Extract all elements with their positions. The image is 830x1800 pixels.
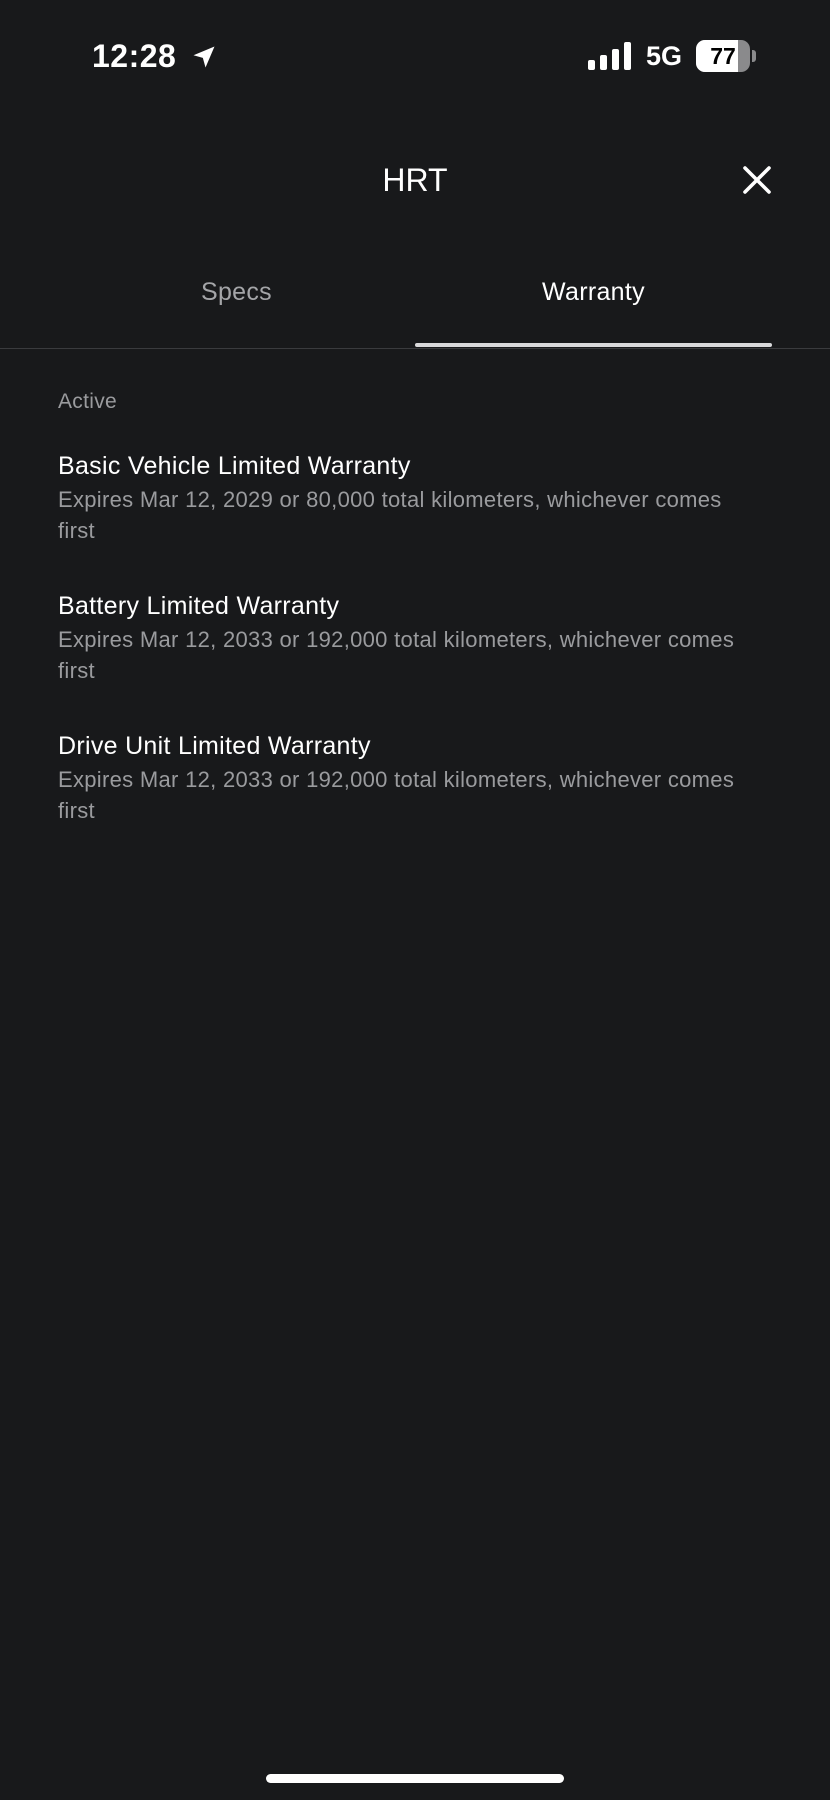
tab-specs[interactable]: Specs [58, 262, 415, 348]
warranty-title: Drive Unit Limited Warranty [58, 732, 371, 760]
tab-bar: Specs Warranty [0, 262, 830, 349]
tab-warranty[interactable]: Warranty [415, 262, 772, 348]
warranty-detail: Expires Mar 12, 2029 or 80,000 total kil… [58, 487, 722, 543]
warranty-item-drive-unit: Drive Unit Limited Warranty Expires Mar … [58, 730, 758, 826]
active-tab-indicator [415, 343, 772, 347]
status-time: 12:28 [92, 38, 177, 74]
section-label-active: Active [58, 390, 117, 413]
warranty-list: Active Basic Vehicle Limited Warranty Ex… [58, 388, 758, 870]
battery-level: 77 [710, 43, 736, 69]
page-title: HRT [382, 162, 448, 198]
battery-icon: 77 [696, 40, 758, 72]
close-button[interactable] [733, 156, 781, 204]
warranty-title: Basic Vehicle Limited Warranty [58, 452, 411, 480]
home-indicator[interactable] [266, 1774, 564, 1783]
header: HRT [0, 150, 830, 210]
close-icon [743, 166, 771, 194]
signal-bars-icon [588, 42, 631, 70]
warranty-detail: Expires Mar 12, 2033 or 192,000 total ki… [58, 627, 735, 683]
network-type-label: 5G [646, 41, 683, 71]
location-arrow-icon [193, 46, 215, 68]
warranty-detail: Expires Mar 12, 2033 or 192,000 total ki… [58, 767, 735, 823]
warranty-item-battery: Battery Limited Warranty Expires Mar 12,… [58, 590, 758, 686]
battery-body: 77 [696, 40, 750, 72]
status-bar: 12:28 5G 77 [0, 0, 830, 110]
battery-cap [752, 50, 756, 62]
warranty-title: Battery Limited Warranty [58, 592, 340, 620]
warranty-item-basic-vehicle: Basic Vehicle Limited Warranty Expires M… [58, 450, 758, 546]
